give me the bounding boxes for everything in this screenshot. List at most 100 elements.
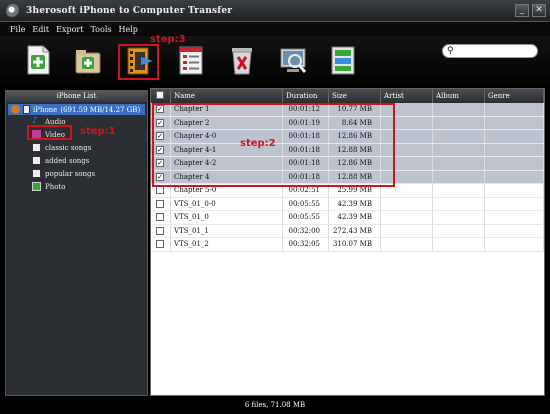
cell-genre — [485, 197, 544, 211]
playlist-icon — [32, 156, 41, 165]
device-node-iphone[interactable]: iPhone (691.59 MB/14.27 GB) — [8, 104, 145, 115]
sidebar-item-added-songs[interactable]: added songs — [6, 154, 147, 167]
status-bar: 6 files, 71.08 MB — [0, 397, 550, 414]
window-title: 3herosoft iPhone to Computer Transfer — [26, 5, 233, 16]
search-device-button[interactable] — [278, 43, 308, 77]
cell-album — [433, 224, 485, 238]
toolbar: ⚲ — [0, 36, 550, 88]
photo-icon — [32, 182, 41, 191]
cell-artist — [381, 238, 433, 251]
table-row[interactable]: VTS_01_0-0 00:05:55 42.39 MB — [151, 197, 544, 211]
cell-album — [433, 157, 485, 170]
step1-highlight-box — [27, 125, 72, 140]
cell-album — [433, 211, 485, 224]
table-row[interactable]: VTS_01_2 00:32:05 310.07 MB — [151, 238, 544, 252]
menu-export[interactable]: Export — [56, 25, 83, 34]
row-checkbox[interactable] — [156, 199, 164, 208]
cell-artist — [381, 224, 433, 238]
trash-icon — [232, 48, 252, 75]
sidebar-item-label: Photo — [45, 182, 66, 191]
step3-highlight-box — [118, 44, 159, 80]
cell-album — [433, 197, 485, 211]
settings-panel-icon — [331, 46, 355, 75]
row-checkbox-cell[interactable] — [151, 238, 171, 251]
column-header-size[interactable]: Size — [329, 89, 381, 103]
sidebar-item-label: classic songs — [45, 143, 92, 152]
cell-album — [433, 103, 485, 116]
cell-genre — [485, 143, 544, 157]
row-checkbox-cell[interactable] — [151, 224, 171, 238]
row-checkbox-cell[interactable] — [151, 197, 171, 211]
delete-button[interactable] — [227, 43, 257, 77]
cell-genre — [485, 184, 544, 197]
app-logo-icon — [6, 3, 20, 18]
device-capacity: (691.59 MB/14.27 GB) — [60, 105, 141, 114]
search-input[interactable] — [459, 46, 533, 56]
column-header-album[interactable]: Album — [433, 89, 485, 103]
cell-name: VTS_01_2 — [171, 238, 283, 251]
row-checkbox[interactable] — [156, 213, 164, 221]
cell-genre — [485, 224, 544, 238]
cell-name: VTS_01_0 — [171, 211, 283, 224]
cell-album — [433, 143, 485, 157]
sidebar-item-popular-songs[interactable]: popular songs — [6, 167, 147, 180]
row-checkbox-cell[interactable] — [151, 211, 171, 224]
cell-genre — [485, 116, 544, 130]
row-checkbox[interactable] — [156, 240, 164, 248]
menu-edit[interactable]: Edit — [32, 25, 49, 34]
step1-label: step:1 — [80, 126, 116, 137]
cell-duration: 00:32:00 — [283, 224, 329, 238]
close-button[interactable]: ✕ — [532, 4, 546, 17]
select-all-checkbox[interactable] — [156, 91, 164, 99]
cell-duration: 00:05:55 — [283, 211, 329, 224]
checklist-icon — [179, 46, 203, 75]
cell-genre — [485, 103, 544, 116]
cell-album — [433, 170, 485, 184]
cell-genre — [485, 238, 544, 251]
cell-name: VTS_01_1 — [171, 224, 283, 238]
add-folder-icon — [75, 50, 101, 74]
cell-duration: 00:32:05 — [283, 238, 329, 251]
column-header-name[interactable]: Name — [171, 89, 283, 103]
cell-name: VTS_01_0-0 — [171, 197, 283, 211]
row-checkbox[interactable] — [156, 186, 164, 194]
window-controls: _ ✕ — [515, 4, 546, 17]
cell-album — [433, 130, 485, 143]
sidebar-item-classic-songs[interactable]: classic songs — [6, 141, 147, 154]
column-header-genre[interactable]: Genre — [485, 89, 544, 103]
cell-artist — [381, 211, 433, 224]
column-header-duration[interactable]: Duration — [283, 89, 329, 103]
cell-size: 42.39 MB — [329, 197, 381, 211]
table-header: Name Duration Size Artist Album Genre — [151, 89, 544, 103]
select-all-header[interactable] — [151, 89, 171, 103]
device-search-icon — [280, 48, 307, 73]
convert-settings-button[interactable] — [328, 43, 358, 77]
table-row[interactable]: VTS_01_1 00:32:00 272.43 MB — [151, 224, 544, 238]
add-file-icon — [27, 45, 50, 75]
playlist-icon — [32, 143, 41, 152]
cell-duration: 00:05:55 — [283, 197, 329, 211]
step3-label: step:3 — [150, 34, 186, 45]
add-folder-button[interactable] — [73, 43, 103, 77]
sidebar-item-label: popular songs — [45, 169, 96, 178]
cell-genre — [485, 157, 544, 170]
row-checkbox[interactable] — [156, 226, 164, 235]
step2-label: step:2 — [240, 138, 276, 149]
search-box: ⚲ — [442, 44, 538, 58]
minimize-button[interactable]: _ — [515, 4, 529, 17]
cell-size: 272.43 MB — [329, 224, 381, 238]
table-row[interactable]: VTS_01_0 00:05:55 42.39 MB — [151, 211, 544, 225]
cell-artist — [381, 197, 433, 211]
menu-file[interactable]: File — [10, 25, 25, 34]
sidebar-item-label: added songs — [45, 156, 90, 165]
menu-tools[interactable]: Tools — [90, 25, 111, 34]
cell-album — [433, 184, 485, 197]
menu-help[interactable]: Help — [118, 25, 137, 34]
export-list-button[interactable] — [176, 43, 206, 77]
add-file-button[interactable] — [23, 43, 53, 77]
collapse-icon[interactable] — [11, 105, 20, 114]
sidebar-item-photo[interactable]: Photo — [6, 180, 147, 193]
column-header-artist[interactable]: Artist — [381, 89, 433, 103]
cell-album — [433, 238, 485, 251]
cell-album — [433, 116, 485, 130]
